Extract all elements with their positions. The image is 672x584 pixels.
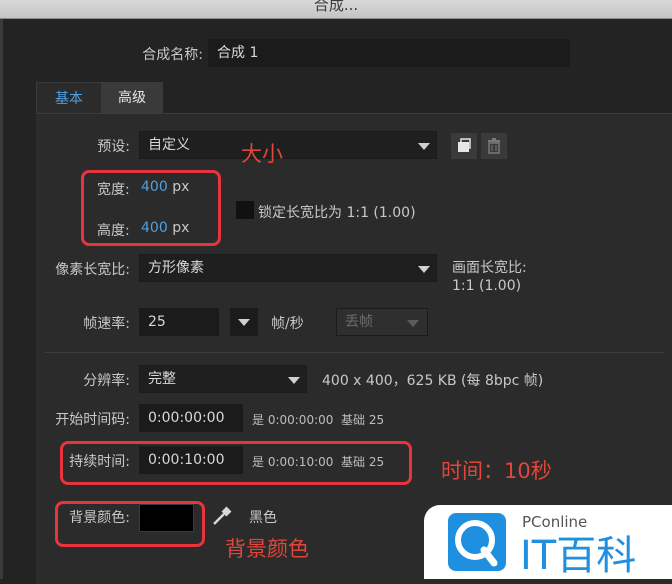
resolution-value: 完整 (148, 371, 176, 387)
pconline-logo: PConline IT百科 (448, 513, 636, 579)
pconline-watermark: PConline IT百科 (424, 505, 672, 579)
trash-icon (488, 138, 500, 154)
svg-text:PConline: PConline (522, 513, 587, 531)
chevron-down-icon (418, 266, 430, 273)
frame-rate-dropdown-button[interactable] (230, 308, 258, 336)
annotation-bg-text: 背景颜色 (225, 537, 309, 561)
preset-value: 自定义 (148, 137, 190, 153)
section-divider (44, 352, 664, 353)
drop-frame-dropdown: 丢帧 (336, 308, 428, 336)
chevron-down-icon (418, 143, 430, 150)
comp-name-input[interactable]: 合成 1 (208, 39, 570, 67)
annotation-size-box (81, 170, 221, 246)
annotation-bg-box (55, 501, 205, 547)
pixel-aspect-value: 方形像素 (148, 260, 204, 276)
preset-dropdown[interactable]: 自定义 (139, 131, 437, 159)
start-timecode-equals: 是 0:00:00:00 (252, 413, 334, 427)
chevron-down-icon (288, 377, 300, 384)
frame-rate-input[interactable]: 25 (139, 308, 219, 336)
svg-text:IT百科: IT百科 (520, 533, 636, 579)
drop-frame-value: 丢帧 (345, 314, 373, 330)
pixel-aspect-dropdown[interactable]: 方形像素 (139, 254, 437, 282)
annotation-time-box (60, 441, 412, 485)
preset-label: 预设: (97, 139, 130, 155)
save-preset-icon (458, 138, 471, 152)
resolution-info: 400 x 400，625 KB (每 8bpc 帧) (322, 373, 544, 389)
comp-name-label: 合成名称: (142, 47, 203, 63)
start-timecode-input[interactable]: 0:00:00:00 (139, 404, 243, 432)
save-preset-button[interactable] (451, 133, 477, 159)
chevron-down-icon (407, 320, 419, 327)
window-titlebar: 合成... (0, 0, 672, 19)
lock-aspect-label: 锁定长宽比为 1:1 (1.00) (258, 205, 416, 221)
tab-advanced[interactable]: 高级 (101, 82, 163, 113)
annotation-time-text: 时间：10秒 (441, 459, 552, 483)
window-left-edge (0, 19, 3, 579)
window-title: 合成... (313, 0, 359, 14)
start-timecode-label: 开始时间码: (55, 412, 130, 428)
resolution-dropdown[interactable]: 完整 (139, 365, 307, 393)
pixel-aspect-label: 像素长宽比: (55, 262, 130, 278)
frame-aspect-value: 1:1 (1.00) (452, 278, 522, 294)
frame-rate-unit: 帧/秒 (271, 316, 304, 332)
chevron-down-icon (238, 319, 250, 326)
resolution-label: 分辨率: (83, 373, 130, 389)
delete-preset-button[interactable] (481, 133, 507, 159)
start-timecode-info: 是 0:00:00:00 基础 25 (252, 411, 384, 428)
frame-aspect-label: 画面长宽比: (452, 260, 527, 276)
eyedropper-button[interactable] (208, 504, 234, 530)
tab-basic[interactable]: 基本 (36, 82, 102, 115)
eyedropper-icon (213, 506, 232, 525)
lock-aspect-checkbox[interactable] (236, 201, 254, 219)
start-timecode-base: 基础 25 (341, 413, 385, 427)
frame-rate-label: 帧速率: (83, 316, 130, 332)
annotation-size-text: 大小 (241, 142, 283, 166)
bg-color-name: 黑色 (249, 510, 277, 526)
